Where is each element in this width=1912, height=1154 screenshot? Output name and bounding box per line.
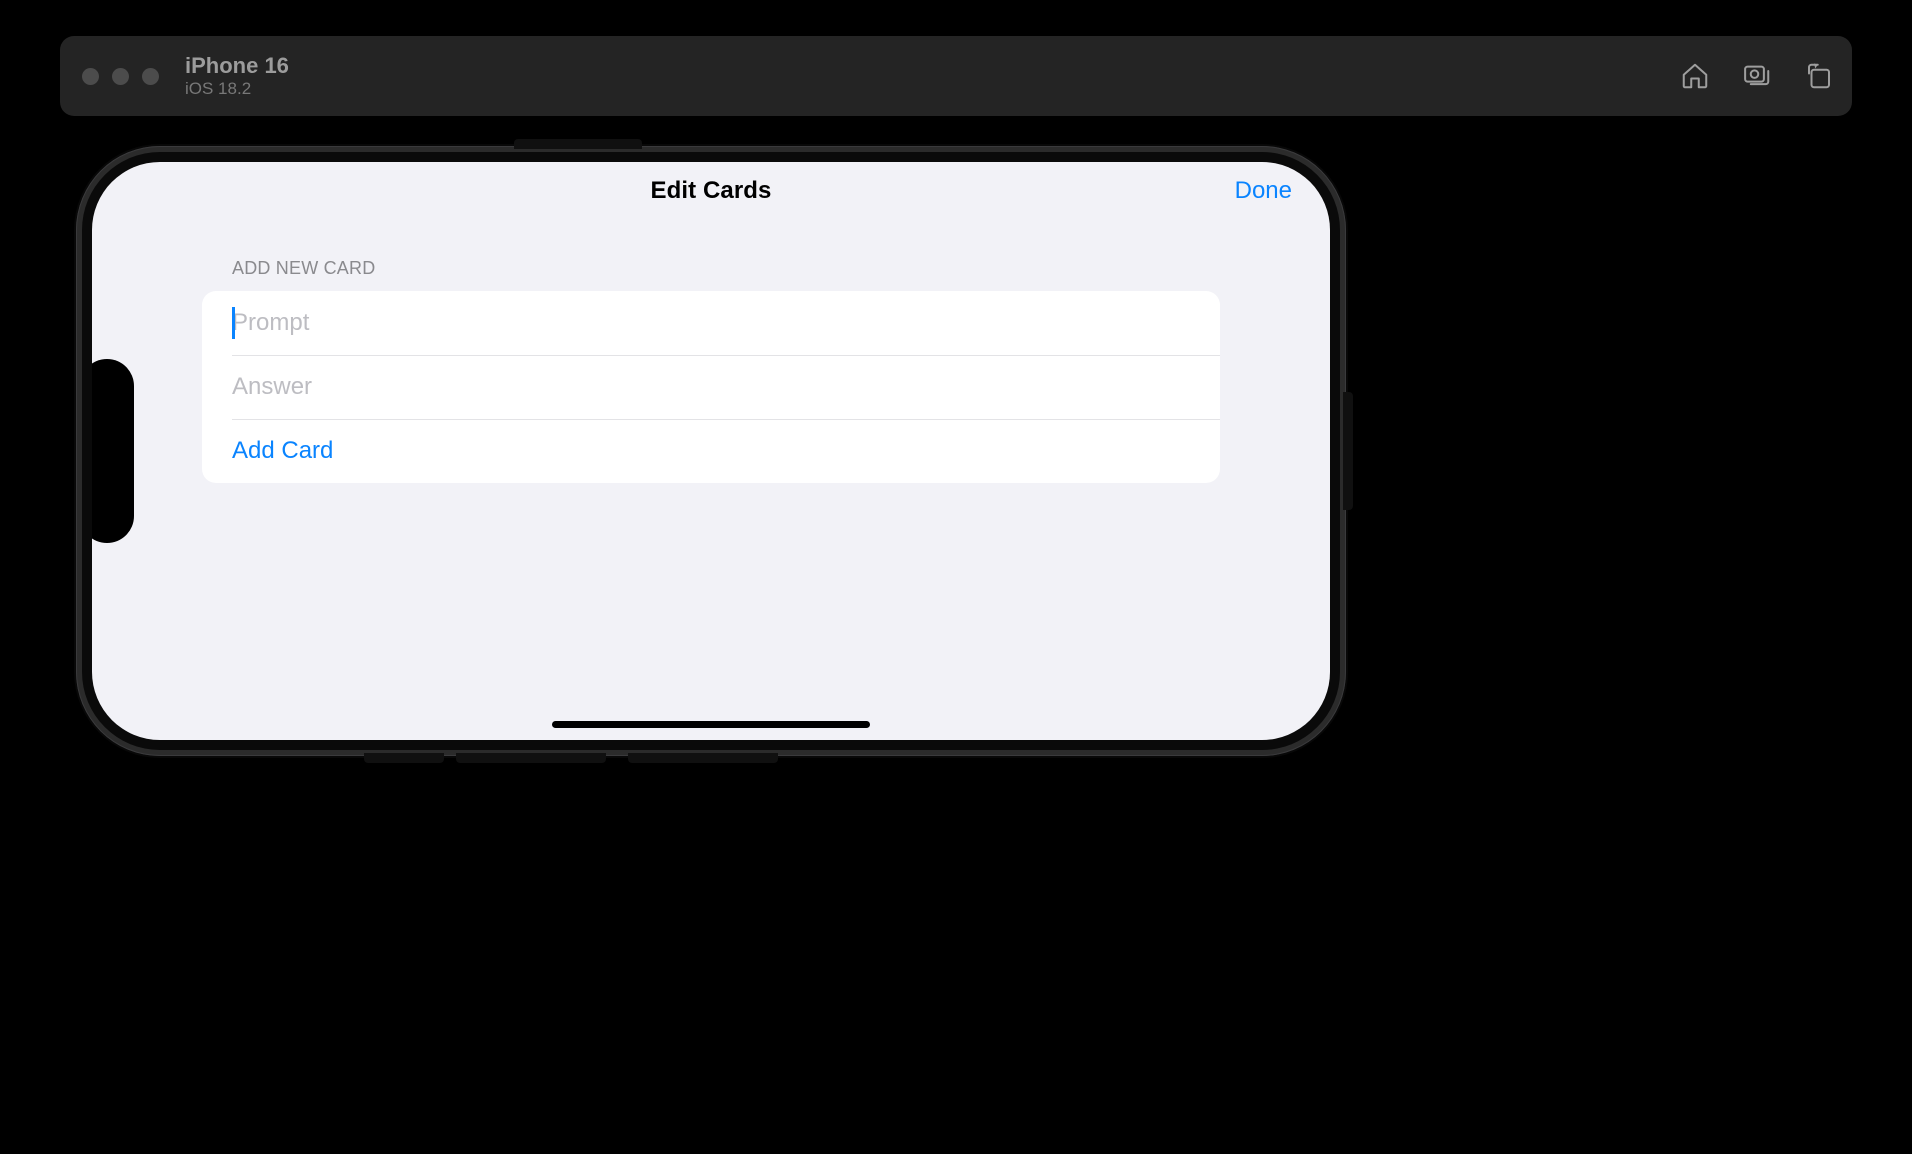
add-card-button-label: Add Card xyxy=(232,437,333,465)
home-indicator[interactable] xyxy=(552,721,870,728)
screenshot-icon[interactable] xyxy=(1742,61,1772,91)
done-button[interactable]: Done xyxy=(1235,177,1292,205)
form-content: ADD NEW CARD Add Card xyxy=(92,258,1330,483)
text-cursor xyxy=(232,307,235,339)
device-bottom-button-1 xyxy=(364,753,444,763)
device-inner-bezel: Edit Cards Done ADD NEW CARD Add Card xyxy=(82,152,1340,750)
rotate-icon[interactable] xyxy=(1804,61,1834,91)
device-bottom-button-2 xyxy=(456,753,606,763)
prompt-row[interactable] xyxy=(202,291,1220,355)
add-card-form-group: Add Card xyxy=(202,291,1220,483)
simulator-os-version: iOS 18.2 xyxy=(185,79,289,99)
minimize-window-dot[interactable] xyxy=(112,68,129,85)
zoom-window-dot[interactable] xyxy=(142,68,159,85)
device-right-button xyxy=(1343,392,1353,510)
device-bottom-button-3 xyxy=(628,753,778,763)
prompt-input[interactable] xyxy=(232,309,1190,337)
answer-row[interactable] xyxy=(202,355,1220,419)
device-top-button xyxy=(514,139,642,149)
simulator-device-name: iPhone 16 xyxy=(185,53,289,78)
section-header-add-new-card: ADD NEW CARD xyxy=(232,258,1220,279)
page-title: Edit Cards xyxy=(650,177,771,205)
window-controls xyxy=(82,68,159,85)
simulator-action-buttons xyxy=(1680,61,1834,91)
dynamic-island xyxy=(92,359,134,543)
answer-input[interactable] xyxy=(232,373,1190,401)
add-card-button[interactable]: Add Card xyxy=(202,419,1220,483)
simulator-title-block: iPhone 16 iOS 18.2 xyxy=(185,53,289,99)
home-icon[interactable] xyxy=(1680,61,1710,91)
close-window-dot[interactable] xyxy=(82,68,99,85)
simulator-toolbar: iPhone 16 iOS 18.2 xyxy=(60,36,1852,116)
navigation-bar: Edit Cards Done xyxy=(92,162,1330,220)
device-screen: Edit Cards Done ADD NEW CARD Add Card xyxy=(92,162,1330,740)
iphone-device-frame: Edit Cards Done ADD NEW CARD Add Card xyxy=(76,146,1346,756)
